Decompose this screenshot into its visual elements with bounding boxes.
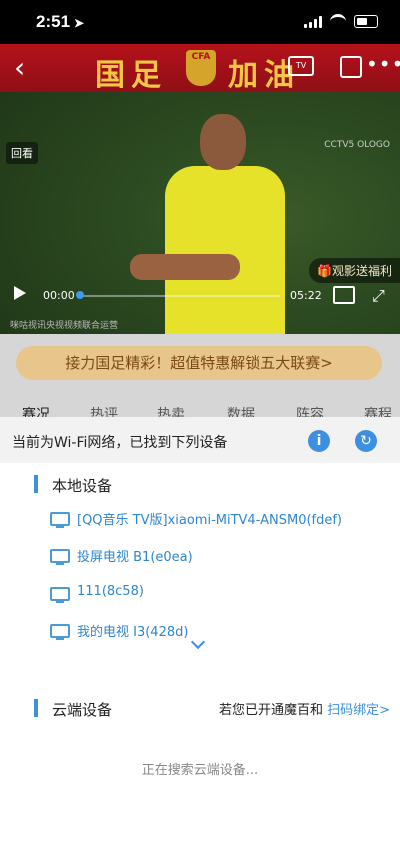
scan-bind-link[interactable]: 扫码绑定> (327, 703, 390, 718)
sheet-header: 当前为Wi-Fi网络，已找到下列设备 i ↻ (0, 417, 400, 463)
searching-status: 正在搜索云端设备... (141, 763, 259, 778)
page-dimmed-area: 接力国足精彩！超值特惠解锁五大联赛> 赛况 热评 热卖 数据 阵容 赛程 (0, 334, 400, 424)
referee-head (200, 114, 246, 170)
current-time: 00:00 (43, 289, 75, 302)
promo-banner[interactable]: 接力国足精彩！超值特惠解锁五大联赛> (16, 346, 382, 380)
back-button[interactable]: ‹ (14, 54, 25, 82)
refresh-button[interactable]: ↻ (355, 430, 377, 452)
status-bar: 2:51 ➤ (0, 0, 400, 44)
player-controls: 00:00 05:22 ⤢ (0, 282, 400, 306)
device-item[interactable]: [QQ音乐 TV版]xiaomi-MiTV4-ANSM0(fdef) (50, 509, 390, 531)
sheet-title: 当前为Wi-Fi网络，已找到下列设备 (12, 435, 228, 451)
device-label: 111(8c58) (77, 584, 144, 599)
progress-thumb[interactable] (76, 291, 84, 299)
status-time: 2:51 ➤ (36, 12, 84, 32)
share-icon[interactable] (340, 56, 362, 78)
cast-icon[interactable] (333, 286, 355, 304)
cast-device-sheet: 当前为Wi-Fi网络，已找到下列设备 i ↻ 本地设备 [QQ音乐 TV版]xi… (0, 417, 400, 865)
device-item[interactable]: 111(8c58) (50, 584, 390, 606)
info-button[interactable]: i (308, 430, 330, 452)
cloud-binding-note: 若您已开通魔百和 扫码绑定> (219, 699, 390, 718)
cloud-note-text: 若您已开通魔百和 (218, 703, 328, 718)
signal-icon (304, 15, 322, 28)
promo-tag-label: 观影送福利 (331, 264, 392, 278)
tv-monitor-icon (50, 587, 70, 603)
device-item[interactable]: 投屏电视 B1(e0ea) (50, 546, 390, 568)
location-arrow-icon: ➤ (74, 16, 85, 30)
tv-monitor-icon (50, 624, 70, 640)
section-marker (34, 475, 38, 493)
device-label: 我的电视 I3(428d) (77, 625, 189, 640)
tv-icon[interactable]: TV (288, 56, 314, 76)
tv-monitor-icon (50, 549, 70, 565)
replay-tag: 回看 (6, 142, 38, 164)
section-marker (34, 699, 38, 717)
banner-text-left: 国足 (95, 58, 167, 93)
referee-arm (130, 254, 240, 280)
referee-shirt (165, 166, 285, 334)
video-player[interactable]: 国足 CFA 加油 ‹ TV ••• 回看 CCTV5 OLOGO 🎁观影送福利… (0, 44, 400, 334)
cfa-emblem-icon: CFA (186, 50, 216, 86)
gift-icon: 🎁 (317, 264, 332, 278)
wifi-icon (330, 14, 346, 29)
more-icon[interactable]: ••• (366, 52, 400, 76)
cloud-devices-title: 云端设备 (52, 701, 113, 719)
emblem-text: CFA (191, 52, 211, 62)
tv-icon-label: TV (295, 61, 307, 70)
footer-watermark: 咪咕视讯央视视频联合运营 (10, 321, 119, 331)
tv-monitor-icon (50, 512, 70, 528)
status-icons (304, 14, 378, 29)
total-time: 05:22 (290, 289, 322, 302)
device-label: [QQ音乐 TV版]xiaomi-MiTV4-ANSM0(fdef) (77, 513, 343, 528)
play-icon[interactable] (14, 286, 26, 300)
channel-watermark: CCTV5 OLOGO (324, 140, 390, 150)
device-label: 投屏电视 B1(e0ea) (77, 550, 193, 565)
battery-icon (354, 15, 378, 28)
gift-promo-button[interactable]: 🎁观影送福利 (309, 258, 400, 283)
device-item[interactable]: 我的电视 I3(428d) (50, 621, 390, 643)
local-devices-title: 本地设备 (52, 477, 113, 495)
progress-track[interactable] (80, 295, 280, 297)
time-text: 2:51 (36, 12, 71, 31)
fullscreen-icon[interactable]: ⤢ (372, 286, 385, 306)
